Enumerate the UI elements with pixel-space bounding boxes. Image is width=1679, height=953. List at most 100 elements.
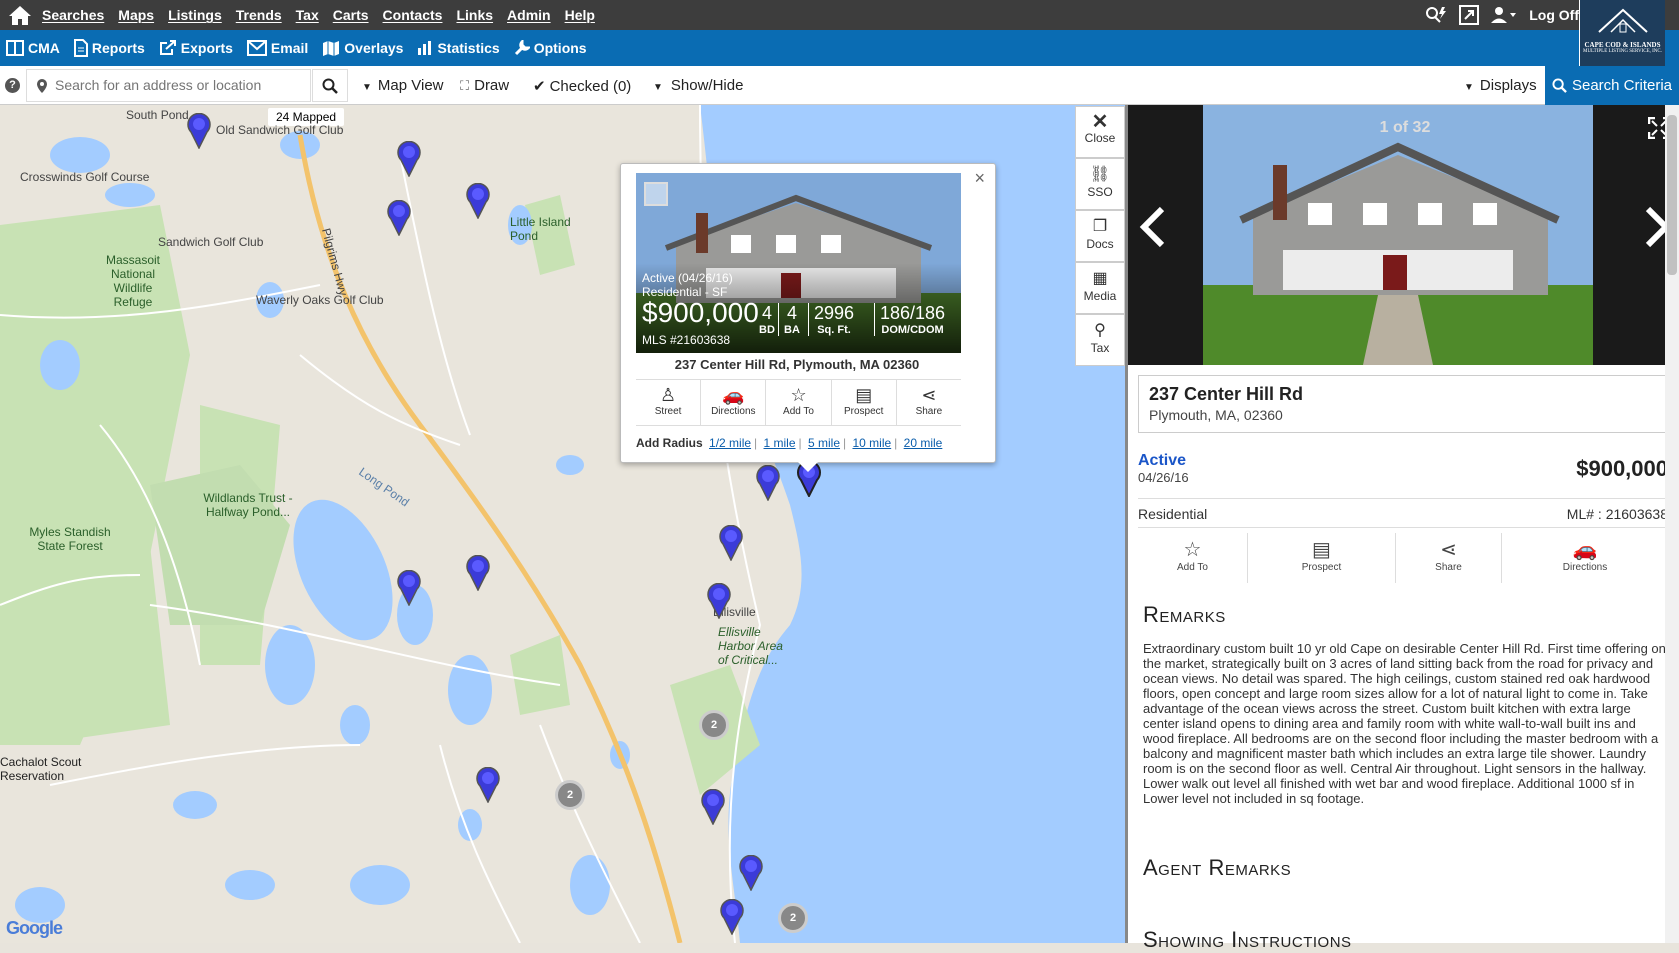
detail-tools: ✕ Close ⛓ SSO ❐ Docs ▦ Media ⚲ Tax [1075, 106, 1125, 366]
prospect-button[interactable]: ▤ Prospect [1248, 533, 1396, 583]
detail-actions: ☆ Add To ▤ Prospect ⋖ Share 🚗 Directions [1138, 533, 1668, 583]
listing-marker[interactable] [386, 200, 412, 236]
options-button[interactable]: Options [514, 40, 587, 56]
listing-popup: × Active (04/26/16) Residential - SF $900… [620, 163, 996, 472]
exports-button[interactable]: Exports [159, 40, 233, 56]
listing-marker[interactable] [396, 570, 422, 606]
listing-photo[interactable]: Active (04/26/16) Residential - SF $900,0… [636, 173, 961, 353]
showing-instructions-heading: Showing Instructions [1143, 927, 1352, 952]
menu-listings[interactable]: Listings [168, 7, 222, 23]
add-to-button[interactable]: ☆ Add To [766, 380, 832, 425]
listing-marker[interactable] [738, 855, 764, 891]
photo-gallery: 1 of 32 [1128, 105, 1679, 365]
listing-marker[interactable] [700, 789, 726, 825]
user-icon[interactable] [1491, 6, 1517, 24]
displays-dropdown[interactable]: ▼ Displays [1464, 77, 1537, 94]
listing-checkbox[interactable] [644, 182, 668, 206]
draw-button[interactable]: ⛶ Draw [460, 77, 509, 94]
close-icon[interactable]: × [974, 168, 985, 189]
radius-1-mile-link[interactable]: 1 mile [764, 436, 796, 450]
map-label: Old Sandwich Golf Club [216, 123, 344, 137]
listing-marker[interactable] [475, 767, 501, 803]
search-icon [1552, 78, 1567, 93]
menu-tax[interactable]: Tax [296, 7, 319, 23]
marker-cluster[interactable]: 2 [555, 780, 585, 810]
cape-cod-mls-logo[interactable]: CAPE COD & ISLANDS MULTIPLE LISTING SERV… [1579, 0, 1665, 66]
listing-marker[interactable] [465, 555, 491, 591]
chevron-left-icon[interactable] [1138, 205, 1168, 249]
ml-number: ML# : 21603638 [1566, 506, 1668, 522]
listing-marker[interactable] [719, 899, 745, 935]
show-hide-dropdown[interactable]: ▼ Show/Hide [653, 77, 743, 94]
menu-links[interactable]: Links [456, 7, 493, 23]
listing-marker[interactable] [755, 465, 781, 501]
search-box [26, 69, 311, 102]
logoff-link[interactable]: Log Off [1529, 7, 1579, 23]
home-icon[interactable] [8, 4, 32, 26]
menu-help[interactable]: Help [565, 7, 595, 23]
share-button[interactable]: ⋖ Share [1396, 533, 1502, 583]
statistics-button[interactable]: Statistics [417, 40, 500, 56]
listing-marker[interactable] [718, 525, 744, 561]
document-icon [73, 39, 88, 57]
search-bar: ? ▼Map View ⛶Draw ✔Checked (0) ▼Show/Hid… [0, 66, 1679, 105]
listing-marker[interactable] [396, 141, 422, 177]
menu-trends[interactable]: Trends [236, 7, 282, 23]
map-view-dropdown[interactable]: ▼ Map View [362, 77, 444, 94]
caret-down-icon: ▼ [653, 82, 663, 93]
caret-down-icon: ▼ [362, 82, 372, 93]
house-photo [1203, 105, 1593, 365]
help-icon[interactable]: ? [5, 78, 20, 93]
menu-maps[interactable]: Maps [118, 7, 154, 23]
street-view-icon: ♙ [660, 385, 677, 405]
docs-button[interactable]: ❐ Docs [1075, 210, 1125, 262]
sso-button[interactable]: ⛓ SSO [1075, 158, 1125, 210]
share-button[interactable]: ⋖ Share [897, 380, 961, 425]
draw-icon: ⛶ [460, 78, 470, 93]
directions-button[interactable]: 🚗 Directions [701, 380, 767, 425]
media-button[interactable]: ▦ Media [1075, 262, 1125, 314]
listing-marker[interactable] [706, 583, 732, 619]
checked-button[interactable]: ✔ Checked (0) [533, 77, 631, 95]
menu-carts[interactable]: Carts [333, 7, 369, 23]
radius-5-mile-link[interactable]: 5 mile [808, 436, 840, 450]
map-label: Cachalot Scout Reservation [0, 755, 82, 783]
scrollbar-thumb[interactable] [1667, 115, 1677, 275]
type-row: Residential ML# : 21603638 [1138, 498, 1668, 528]
listing-marker[interactable] [186, 113, 212, 149]
search-flash-icon[interactable] [1425, 6, 1447, 24]
add-to-button[interactable]: ☆ Add To [1138, 533, 1248, 583]
add-radius: Add Radius 1/2 mile | 1 mile | 5 mile | 10 … [636, 436, 943, 450]
close-icon: ✕ [1091, 111, 1109, 133]
marker-cluster[interactable]: 2 [778, 903, 808, 933]
gallery-photo[interactable] [1203, 105, 1593, 365]
cma-button[interactable]: CMA [6, 40, 60, 56]
radius-10-mile-link[interactable]: 10 mile [852, 436, 891, 450]
street-button[interactable]: ♙ Street [636, 380, 702, 425]
close-button[interactable]: ✕ Close [1075, 106, 1125, 158]
directions-button[interactable]: 🚗 Directions [1502, 533, 1668, 583]
scrollbar[interactable] [1665, 105, 1679, 943]
menu-admin[interactable]: Admin [507, 7, 551, 23]
overlays-button[interactable]: Overlays [322, 40, 403, 56]
radius-half-mile-link[interactable]: 1/2 mile [709, 436, 751, 450]
address-search-input[interactable] [55, 77, 305, 93]
user-area: Log Off [1413, 0, 1579, 30]
menu-contacts[interactable]: Contacts [383, 7, 443, 23]
reports-button[interactable]: Reports [73, 39, 145, 57]
menu-searches[interactable]: Searches [42, 7, 104, 23]
external-window-icon[interactable] [1459, 5, 1480, 25]
marker-cluster[interactable]: 2 [699, 710, 729, 740]
search-button[interactable] [312, 69, 348, 102]
map-label: Waverly Oaks Golf Club [256, 293, 384, 307]
radius-20-mile-link[interactable]: 20 mile [904, 436, 943, 450]
prospect-button[interactable]: ▤ Prospect [832, 380, 897, 425]
link-icon: ⛓ [1089, 166, 1111, 183]
popup-sqft: 2996 Sq. Ft. [808, 303, 854, 336]
tax-button[interactable]: ⚲ Tax [1075, 314, 1125, 366]
share-icon: ⋖ [921, 385, 937, 405]
property-type: Residential [1138, 506, 1208, 522]
email-button[interactable]: Email [246, 40, 308, 56]
listing-marker[interactable] [465, 183, 491, 219]
search-criteria-button[interactable]: Search Criteria [1545, 66, 1679, 105]
